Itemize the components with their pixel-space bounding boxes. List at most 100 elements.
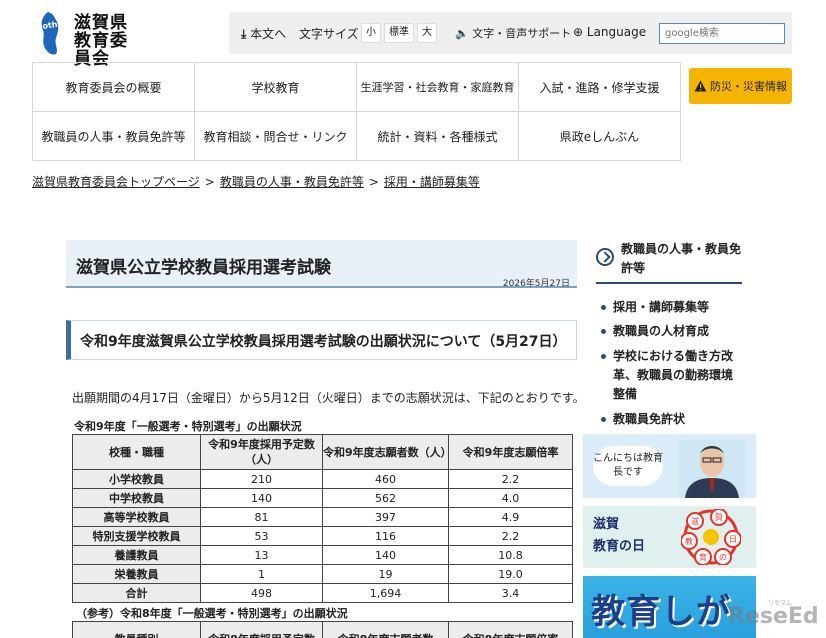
publish-date: 2026年5月27日 <box>502 279 570 289</box>
nav-item-statistics[interactable]: 統計・資料・各種様式 <box>357 112 519 161</box>
breadcrumb-recruitment[interactable]: 採用・講師募集等 <box>384 175 480 189</box>
table-cell: 562 <box>322 488 449 508</box>
table-header-cell: 令和8年度採用予定数 <box>200 621 323 638</box>
table-cell: 397 <box>322 507 449 527</box>
disaster-info-button[interactable]: 防災・災害情報 <box>689 68 792 104</box>
sidebar-heading[interactable]: 教職員の人事・教員免許等 <box>596 240 742 282</box>
speech-bubble: こんにちは教育長です <box>593 446 663 486</box>
table-header-cell: 令和8年度志願者数 <box>322 621 449 638</box>
table-header-row: 教員種別 令和8年度採用予定数 令和8年度志願者数 令和8年度志願倍率 <box>72 621 573 638</box>
circle-char: の <box>719 553 727 562</box>
table-cell: 1,694 <box>322 583 449 603</box>
circle-char: 滋 <box>691 516 699 526</box>
nav-item-enewspaper[interactable]: 県政eしんぶん <box>519 112 681 161</box>
nav-item-consultation[interactable]: 教育相談・問合せ・リンク <box>195 112 357 161</box>
table-cell: 2.2 <box>448 526 573 546</box>
education-day-line1: 滋賀 <box>593 517 620 532</box>
nav-item-admissions[interactable]: 入試・進路・修学支援 <box>519 63 681 112</box>
table2-caption: （参考）令和8年度「一般選考・特別選考」の出願状況 <box>76 607 348 620</box>
table-cell: 19.0 <box>448 564 573 584</box>
breadcrumb-separator: > <box>204 175 215 189</box>
warning-icon <box>694 80 707 92</box>
table-cell: 116 <box>322 526 449 546</box>
table-row: 中学校教員 140 562 4.0 <box>72 488 573 508</box>
table-cell: 高等学校教員 <box>72 507 201 527</box>
language-label: Language <box>586 25 647 39</box>
download-arrow-icon: ⤓ <box>241 27 247 41</box>
voice-support-label: 文字・音声サポート <box>472 27 572 40</box>
table-row: 栄養教員 1 19 19.0 <box>72 564 573 584</box>
breadcrumb: 滋賀県教育委員会トップページ > 教職員の人事・教員免許等 > 採用・講師募集等 <box>32 173 480 190</box>
circle-char: 育 <box>699 552 707 562</box>
sidebar-divider <box>596 282 742 284</box>
table-cell: 10.8 <box>448 545 573 565</box>
lake-biwa-logo-icon: Mother Lake <box>34 12 78 55</box>
language-link[interactable]: ⊕ Language <box>573 25 646 39</box>
font-size-large-button[interactable]: 大 <box>417 23 437 43</box>
table-cell: 合計 <box>72 583 201 603</box>
table-header-cell: 令和8年度志願倍率 <box>448 621 573 638</box>
table-header-cell: 校種・職種 <box>72 434 201 470</box>
table-header-cell: 令和9年度志願倍率 <box>448 434 573 470</box>
chevron-right-circle-icon <box>596 248 614 266</box>
table-header-cell: 教員種別 <box>72 621 201 638</box>
table-cell: 210 <box>200 469 323 489</box>
nav-item-personnel[interactable]: 教職員の人事・教員免許等 <box>33 112 195 161</box>
shiga-education-day-banner[interactable]: 滋賀 教育の日 滋 賀 教 日 育 の <box>583 506 756 568</box>
search-input[interactable] <box>659 23 785 44</box>
intro-paragraph: 出願期間の4月17日（金曜日）から5月12日（火曜日）までの志願状況は、下記のと… <box>72 391 585 405</box>
global-nav: 教育委員会の概要 学校教育 生涯学習・社会教育・家庭教育 入試・進路・修学支援 … <box>32 62 681 161</box>
table-cell: 2.2 <box>448 469 573 489</box>
kyouiku-shiga-title: 教育しが <box>591 592 731 632</box>
table-row: 養護教員 13 140 10.8 <box>72 545 573 565</box>
circle-char: 教 <box>685 536 693 546</box>
voice-support-link[interactable]: 🔈 文字・音声サポート <box>455 25 571 41</box>
table-row: 小学校教員 210 460 2.2 <box>72 469 573 489</box>
education-day-line2: 教育の日 <box>593 539 646 554</box>
sidebar-item-training[interactable]: 教職員の人材育成 <box>601 322 743 341</box>
site-logo[interactable]: Mother Lake 滋賀県 教育委員会 <box>34 10 144 68</box>
table-header-cell: 令和9年度志願者数（人） <box>322 434 452 470</box>
table-cell: 4.0 <box>448 488 573 508</box>
sidebar-item-work-style-reform[interactable]: 学校における働き方改革、教職員の勤務環境整備 <box>601 347 743 404</box>
table-header-row: 校種・職種 令和9年度採用予定数（人） 令和9年度志願者数（人） 令和9年度志願… <box>72 434 573 470</box>
table-cell: 4.9 <box>448 507 573 527</box>
nav-item-board-overview[interactable]: 教育委員会の概要 <box>33 63 195 112</box>
table-cell: 3.4 <box>448 583 573 603</box>
superintendent-banner[interactable]: こんにちは教育長です <box>583 434 756 498</box>
disaster-info-label: 防災・災害情報 <box>710 80 787 93</box>
font-size-small-button[interactable]: 小 <box>361 23 381 43</box>
skip-link-label: 本文へ <box>250 27 287 41</box>
education-day-logo-icon: 滋 賀 教 日 育 の <box>681 509 741 565</box>
table-row: 特別支援学校教員 53 116 2.2 <box>72 526 573 546</box>
breadcrumb-personnel[interactable]: 教職員の人事・教員免許等 <box>220 175 364 189</box>
table-cell: 中学校教員 <box>72 488 201 508</box>
table-cell: 140 <box>322 545 449 565</box>
sidebar-item-teacher-license[interactable]: 教職員免許状 <box>601 410 743 429</box>
table-cell: 140 <box>200 488 323 508</box>
nav-item-lifelong-learning[interactable]: 生涯学習・社会教育・家庭教育 <box>357 63 519 112</box>
logo-title: 滋賀県 教育委員会 <box>74 14 144 68</box>
education-day-title: 滋賀 教育の日 <box>593 514 645 558</box>
nav-item-school-education[interactable]: 学校教育 <box>195 63 357 112</box>
globe-icon: ⊕ <box>573 25 584 39</box>
superintendent-portrait-icon <box>679 440 745 498</box>
sidebar-item-recruitment[interactable]: 採用・講師募集等 <box>601 298 743 317</box>
table-cell: 小学校教員 <box>72 469 201 489</box>
table-cell: 特別支援学校教員 <box>72 526 201 546</box>
table-cell: 460 <box>322 469 449 489</box>
table-cell: 13 <box>200 545 323 565</box>
font-size-standard-button[interactable]: 標準 <box>384 23 414 43</box>
breadcrumb-top-page[interactable]: 滋賀県教育委員会トップページ <box>32 175 200 189</box>
table-cell: 498 <box>200 583 323 603</box>
speaker-icon: 🔈 <box>455 27 469 40</box>
table-cell: 19 <box>322 564 449 584</box>
table-total-row: 合計 498 1,694 3.4 <box>72 583 573 603</box>
applications-table-r9: 校種・職種 令和9年度採用予定数（人） 令和9年度志願者数（人） 令和9年度志願… <box>72 434 573 603</box>
skip-to-content-link[interactable]: ⤓ 本文へ <box>241 25 286 42</box>
table-cell: 養護教員 <box>72 545 201 565</box>
table1-caption: 令和9年度「一般選考・特別選考」の出願状況 <box>74 420 302 433</box>
section-heading: 令和9年度滋賀県公立学校教員採用選考試験の出願状況について（5月27日） <box>66 320 577 360</box>
font-size-label: 文字サイズ <box>299 27 359 41</box>
circle-char: 日 <box>729 535 737 544</box>
